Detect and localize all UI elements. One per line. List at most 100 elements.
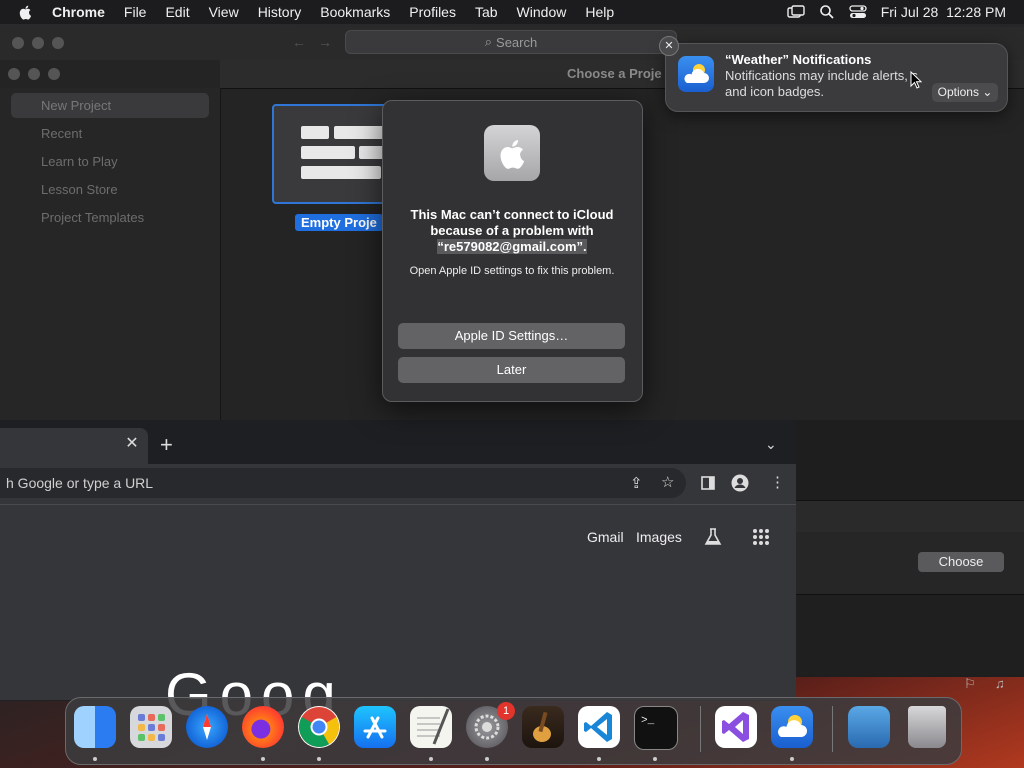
- brick-shape: [301, 166, 381, 179]
- control-center-icon[interactable]: [849, 4, 867, 20]
- back-arrow-icon[interactable]: ←: [292, 34, 306, 50]
- new-tab-plus-icon[interactable]: +: [160, 434, 173, 456]
- sheet-zoom-button[interactable]: [48, 68, 60, 80]
- menu-view[interactable]: View: [209, 4, 239, 20]
- sidebar-item-new-project[interactable]: New Project: [41, 98, 111, 113]
- running-indicator: [485, 757, 489, 761]
- brick-shape: [301, 126, 329, 139]
- weather-app-icon: [678, 56, 714, 92]
- downloads-stack-icon[interactable]: [848, 706, 890, 748]
- running-indicator: [790, 757, 794, 761]
- tab-close-icon[interactable]: ✕: [124, 436, 140, 452]
- options-label: Options: [937, 85, 979, 99]
- menu-edit[interactable]: Edit: [165, 4, 189, 20]
- sidebar-item-lesson-store[interactable]: Lesson Store: [41, 182, 118, 197]
- template-label[interactable]: Empty Proje: [295, 214, 383, 231]
- vscode-icon[interactable]: [578, 706, 620, 748]
- settings-notification-badge: 1: [497, 702, 515, 720]
- apple-id-settings-button[interactable]: Apple ID Settings…: [398, 323, 625, 349]
- dialog-title: This Mac can’t connect to iCloud because…: [392, 207, 632, 255]
- running-indicator: [93, 757, 97, 761]
- dialog-title-line2: because of a problem with: [430, 223, 594, 238]
- menu-profiles[interactable]: Profiles: [409, 4, 456, 20]
- screen-mirroring-icon[interactable]: [787, 5, 805, 19]
- notification-body: Notifications may include alerts, s and …: [725, 68, 918, 99]
- menu-history[interactable]: History: [258, 4, 302, 20]
- omnibox-placeholder: h Google or type a URL: [6, 475, 154, 491]
- window-zoom-button[interactable]: [52, 37, 64, 49]
- finder-icon[interactable]: [74, 706, 116, 748]
- safari-icon[interactable]: [186, 706, 228, 748]
- apple-menu-icon[interactable]: [18, 4, 34, 20]
- toolbar-search-field[interactable]: ⌕ Search: [345, 30, 677, 54]
- running-indicator: [429, 757, 433, 761]
- search-icon: ⌕: [484, 34, 493, 49]
- menu-bar: Chrome File Edit View History Bookmarks …: [0, 0, 1024, 24]
- later-button[interactable]: Later: [398, 357, 625, 383]
- chooser-title: Choose a Proje: [567, 66, 662, 81]
- menubar-clock[interactable]: Fri Jul 28 12:28 PM: [881, 4, 1006, 20]
- running-indicator: [597, 757, 601, 761]
- notification-options-button[interactable]: Options ⌄: [932, 83, 998, 102]
- sidebar-item-recent[interactable]: Recent: [41, 126, 82, 141]
- bell-icon[interactable]: ♫: [995, 676, 1005, 691]
- launchpad-icon[interactable]: [130, 706, 172, 748]
- menu-help[interactable]: Help: [585, 4, 614, 20]
- right-panel-lower: [796, 594, 1024, 675]
- window-minimize-button[interactable]: [32, 37, 44, 49]
- app-store-icon[interactable]: [354, 706, 396, 748]
- dialog-message: Open Apple ID settings to fix this probl…: [409, 265, 615, 277]
- feedback-icon[interactable]: ⚐: [964, 676, 976, 692]
- chevron-down-icon: ⌄: [982, 85, 993, 99]
- dialog-title-line1: This Mac can’t connect to iCloud: [410, 207, 614, 222]
- choose-button[interactable]: Choose: [918, 552, 1004, 572]
- menu-file[interactable]: File: [124, 4, 147, 20]
- sidebar-item-project-templates[interactable]: Project Templates: [41, 210, 144, 225]
- menu-window[interactable]: Window: [517, 4, 567, 20]
- tab-search-chevron-icon[interactable]: ⌄: [765, 436, 777, 453]
- sidebar-item-learn-to-play[interactable]: Learn to Play: [41, 154, 118, 169]
- dock-separator: [832, 706, 833, 752]
- brick-shape: [359, 146, 384, 159]
- window-close-button[interactable]: [12, 37, 24, 49]
- running-indicator: [261, 757, 265, 761]
- running-indicator: [653, 757, 657, 761]
- firefox-icon[interactable]: [242, 706, 284, 748]
- dock-separator: [700, 706, 701, 752]
- side-panel-icon[interactable]: [701, 476, 715, 490]
- search-placeholder: Search: [496, 34, 538, 50]
- notification-title: “Weather” Notifications: [725, 52, 872, 67]
- menu-bookmarks[interactable]: Bookmarks: [320, 4, 390, 20]
- sheet-minimize-button[interactable]: [28, 68, 40, 80]
- dialog-title-email: “re579082@gmail.com”.: [437, 239, 587, 254]
- textedit-icon[interactable]: [410, 706, 452, 748]
- labs-flask-icon[interactable]: [703, 527, 723, 547]
- trash-icon[interactable]: [908, 706, 946, 748]
- menu-tab[interactable]: Tab: [475, 4, 498, 20]
- terminal-icon[interactable]: >_: [634, 706, 678, 750]
- chrome-icon[interactable]: [298, 706, 340, 748]
- chooser-sidebar: [0, 88, 221, 420]
- bookmark-star-icon[interactable]: ☆: [661, 473, 674, 491]
- weather-icon[interactable]: [771, 706, 813, 748]
- mouse-cursor-icon: [910, 71, 922, 89]
- system-settings-apple-icon: [484, 125, 540, 181]
- garageband-icon[interactable]: [522, 706, 564, 748]
- images-link[interactable]: Images: [636, 529, 682, 545]
- brick-shape: [334, 126, 384, 139]
- forward-arrow-icon[interactable]: →: [318, 34, 332, 50]
- menu-app-name[interactable]: Chrome: [52, 4, 105, 20]
- google-apps-grid-icon[interactable]: [752, 528, 770, 546]
- sheet-close-button[interactable]: [8, 68, 20, 80]
- spotlight-search-icon[interactable]: [819, 4, 835, 20]
- chrome-menu-kebab-icon[interactable]: ⋮: [770, 473, 785, 491]
- brick-shape: [301, 146, 355, 159]
- svg-text:>_: >_: [641, 715, 655, 727]
- empty-project-template-card[interactable]: [272, 104, 390, 204]
- notification-close-icon[interactable]: ✕: [659, 36, 679, 56]
- right-panel-header: [796, 500, 1024, 533]
- visual-studio-icon[interactable]: [715, 706, 757, 748]
- share-icon[interactable]: ⇪: [630, 474, 643, 492]
- gmail-link[interactable]: Gmail: [587, 529, 624, 545]
- profile-avatar-icon[interactable]: [731, 474, 749, 492]
